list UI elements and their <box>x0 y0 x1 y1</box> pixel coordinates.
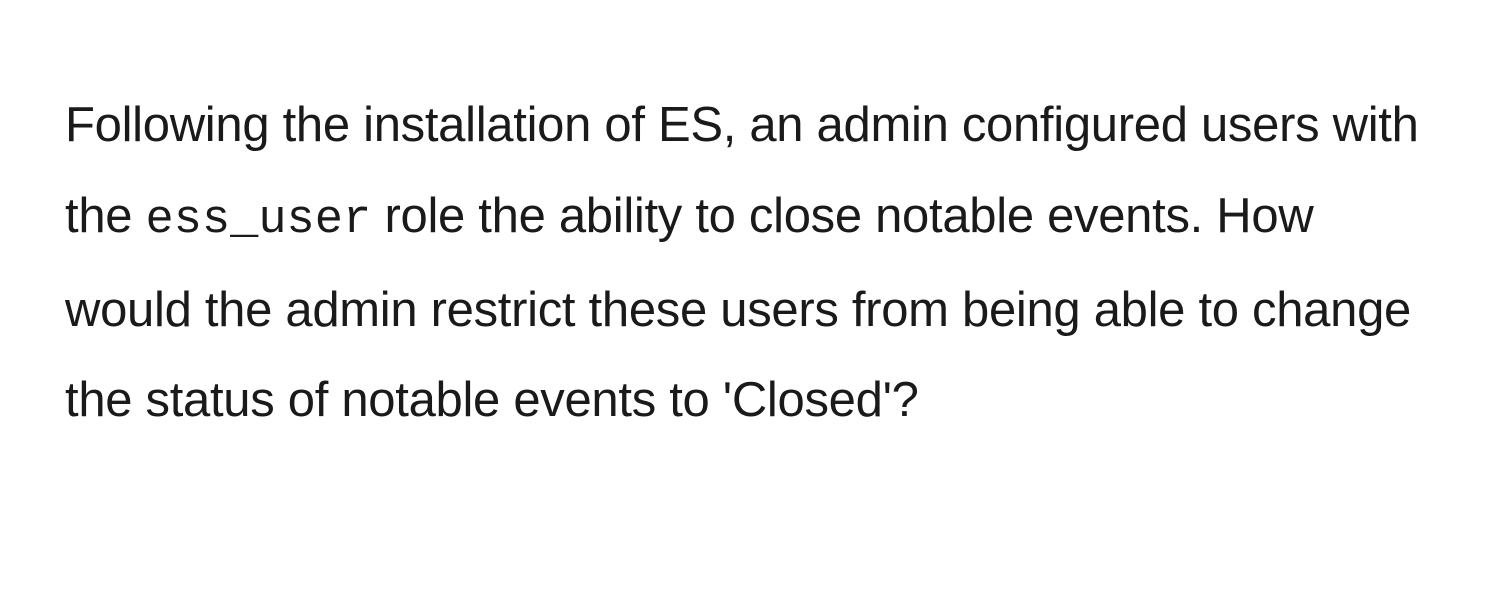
question-code: ess_user <box>146 194 372 247</box>
question-text: Following the installation of ES, an adm… <box>65 80 1435 446</box>
